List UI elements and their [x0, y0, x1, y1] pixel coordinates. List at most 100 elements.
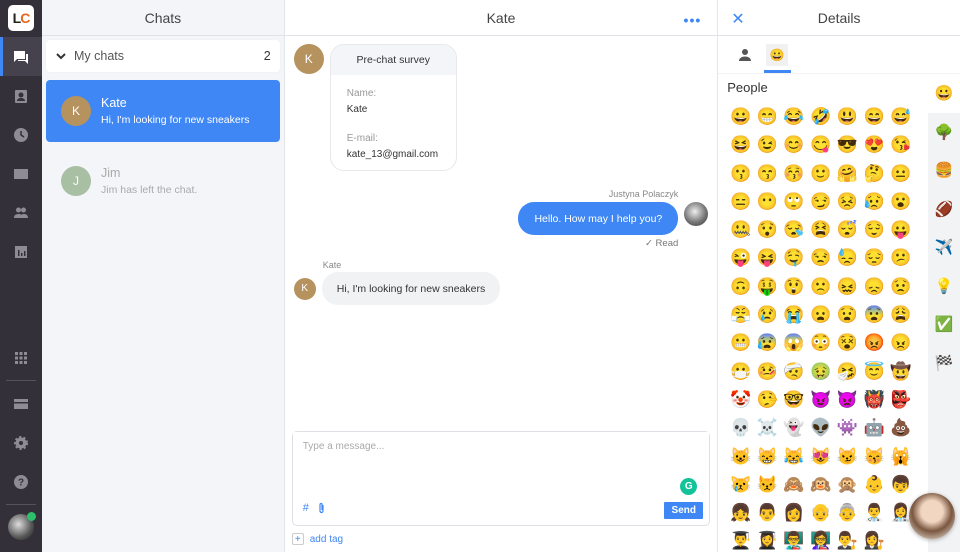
- emoji-item[interactable]: 😨: [861, 303, 888, 327]
- emoji-item[interactable]: 😮: [887, 190, 914, 214]
- emoji-item[interactable]: 😴: [834, 218, 861, 242]
- emoji-item[interactable]: 😽: [861, 445, 888, 469]
- emoji-item[interactable]: 🤑: [754, 275, 781, 299]
- nav-settings[interactable]: [0, 423, 42, 462]
- emoji-item[interactable]: 🤠: [887, 360, 914, 384]
- message-input[interactable]: [292, 432, 710, 482]
- emoji-item[interactable]: 😱: [781, 331, 808, 355]
- emoji-item[interactable]: 😭: [781, 303, 808, 327]
- emoji-item[interactable]: 😄: [861, 105, 888, 129]
- nav-tickets[interactable]: [0, 154, 42, 193]
- emoji-item[interactable]: 💀: [727, 416, 754, 440]
- emoji-item[interactable]: 🙃: [727, 275, 754, 299]
- send-button[interactable]: Send: [664, 502, 704, 519]
- food-category-icon[interactable]: 🍔: [928, 151, 960, 190]
- emoji-item[interactable]: 👨‍⚖️: [834, 529, 861, 552]
- emoji-item[interactable]: 😷: [727, 360, 754, 384]
- emoji-item[interactable]: 👴: [807, 501, 834, 525]
- emoji-item[interactable]: 😻: [807, 445, 834, 469]
- emoji-item[interactable]: 😪: [781, 218, 808, 242]
- emoji-item[interactable]: 😙: [754, 162, 781, 186]
- emoji-item[interactable]: 😐: [887, 162, 914, 186]
- flags-category-icon[interactable]: 🏁: [928, 344, 960, 383]
- emoji-item[interactable]: 😉: [754, 133, 781, 157]
- emoji-item[interactable]: 😗: [727, 162, 754, 186]
- canned-response-icon[interactable]: #: [303, 502, 309, 517]
- emoji-item[interactable]: 👵: [834, 501, 861, 525]
- emoji-item[interactable]: 😧: [834, 303, 861, 327]
- more-options-icon[interactable]: •••: [684, 12, 702, 28]
- emoji-item[interactable]: 😯: [754, 218, 781, 242]
- emoji-item[interactable]: 👽: [807, 416, 834, 440]
- emoji-item[interactable]: 👩: [781, 501, 808, 525]
- nav-apps[interactable]: [0, 338, 42, 377]
- chat-list-item[interactable]: J Jim Jim has left the chat.: [46, 150, 280, 212]
- emoji-item[interactable]: 👩‍⚖️: [861, 529, 888, 552]
- emoji-item[interactable]: 😑: [727, 190, 754, 214]
- emoji-item[interactable]: 😿: [727, 473, 754, 497]
- my-chats-group[interactable]: My chats 2: [46, 40, 280, 72]
- emoji-item[interactable]: 😠: [887, 331, 914, 355]
- attachment-icon[interactable]: [317, 502, 326, 517]
- emoji-item[interactable]: 🙁: [807, 275, 834, 299]
- emoji-item[interactable]: 😈: [807, 388, 834, 412]
- emoji-item[interactable]: 💩: [887, 416, 914, 440]
- emoji-item[interactable]: 😃: [834, 105, 861, 129]
- emoji-item[interactable]: 😖: [834, 275, 861, 299]
- emoji-item[interactable]: 🤧: [834, 360, 861, 384]
- emoji-item[interactable]: 😋: [807, 133, 834, 157]
- emoji-item[interactable]: 😊: [781, 133, 808, 157]
- emoji-item[interactable]: 👺: [887, 388, 914, 412]
- emoji-item[interactable]: 🤕: [781, 360, 808, 384]
- emoji-item[interactable]: 😲: [781, 275, 808, 299]
- emoji-item[interactable]: 😹: [781, 445, 808, 469]
- objects-category-icon[interactable]: 💡: [928, 267, 960, 306]
- emoji-item[interactable]: 🙂: [807, 162, 834, 186]
- emoji-item[interactable]: 😂: [781, 105, 808, 129]
- emoji-item[interactable]: 😦: [807, 303, 834, 327]
- emoji-item[interactable]: 😚: [781, 162, 808, 186]
- add-tag-button[interactable]: + add tag: [285, 526, 718, 552]
- emoji-item[interactable]: 😤: [727, 303, 754, 327]
- nav-help[interactable]: ?: [0, 462, 42, 501]
- emoji-item[interactable]: 😩: [887, 303, 914, 327]
- activity-category-icon[interactable]: 🏈: [928, 190, 960, 229]
- emoji-item[interactable]: 😌: [861, 218, 888, 242]
- emoji-item[interactable]: 👹: [861, 388, 888, 412]
- symbols-category-icon[interactable]: ✅: [928, 305, 960, 344]
- chat-list-item[interactable]: K Kate Hi, I'm looking for new sneakers: [46, 80, 280, 142]
- emoji-item[interactable]: 😎: [834, 133, 861, 157]
- livechat-logo[interactable]: LC: [8, 5, 34, 31]
- emoji-item[interactable]: 🤗: [834, 162, 861, 186]
- travel-category-icon[interactable]: ✈️: [928, 228, 960, 267]
- emoji-item[interactable]: 😓: [834, 246, 861, 270]
- emoji-item[interactable]: 😾: [754, 473, 781, 497]
- emoji-item[interactable]: 🤡: [727, 388, 754, 412]
- emoji-item[interactable]: 🙈: [781, 473, 808, 497]
- emoji-item[interactable]: 😜: [727, 246, 754, 270]
- emoji-item[interactable]: 😕: [887, 246, 914, 270]
- emoji-item[interactable]: 😳: [807, 331, 834, 355]
- emoji-item[interactable]: 😀: [727, 105, 754, 129]
- emoji-item[interactable]: 😘: [887, 133, 914, 157]
- emoji-item[interactable]: 😏: [807, 190, 834, 214]
- emoji-item[interactable]: 😍: [861, 133, 888, 157]
- emoji-item[interactable]: 👨‍🏫: [781, 529, 808, 552]
- emoji-item[interactable]: 😁: [754, 105, 781, 129]
- emoji-item[interactable]: 🤓: [781, 388, 808, 412]
- nav-customers[interactable]: [0, 76, 42, 115]
- emoji-item[interactable]: 👿: [834, 388, 861, 412]
- smileys-category-icon[interactable]: 😀: [928, 74, 960, 113]
- emoji-item[interactable]: 😟: [887, 275, 914, 299]
- emoji-item[interactable]: 😸: [754, 445, 781, 469]
- emoji-item[interactable]: 👩‍🏫: [807, 529, 834, 552]
- emoji-item[interactable]: 👶: [861, 473, 888, 497]
- nature-category-icon[interactable]: 🌳: [928, 113, 960, 152]
- emoji-item[interactable]: 😆: [727, 133, 754, 157]
- emoji-item[interactable]: 😥: [861, 190, 888, 214]
- emoji-item[interactable]: 😬: [727, 331, 754, 355]
- nav-chats[interactable]: [0, 37, 42, 76]
- nav-archives[interactable]: [0, 115, 42, 154]
- emoji-item[interactable]: 😝: [754, 246, 781, 270]
- emoji-item[interactable]: 😣: [834, 190, 861, 214]
